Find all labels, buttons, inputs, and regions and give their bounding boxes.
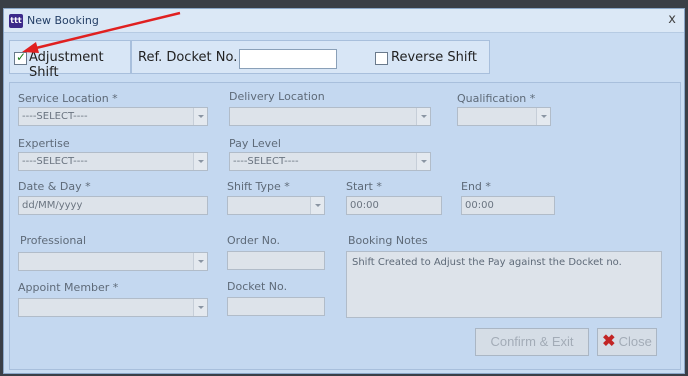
chevron-down-icon <box>193 299 207 316</box>
shift-type-select[interactable] <box>227 196 325 215</box>
booking-form-panel: Service Location * ----SELECT---- Delive… <box>9 82 681 370</box>
professional-label: Professional <box>20 234 87 247</box>
appoint-member-select[interactable] <box>18 298 208 317</box>
chevron-down-icon <box>536 108 550 125</box>
delivery-location-select[interactable] <box>229 107 431 126</box>
date-day-label: Date & Day * <box>18 180 91 193</box>
new-booking-dialog: ttt New Booking x Adjustment Shift Ref. … <box>3 8 685 374</box>
end-time-input[interactable]: 00:00 <box>461 196 555 215</box>
start-time-value: 00:00 <box>350 200 379 211</box>
pay-level-select[interactable]: ----SELECT---- <box>229 152 431 171</box>
professional-select[interactable] <box>18 252 208 271</box>
close-icon: ✖ <box>602 333 616 350</box>
order-no-input[interactable] <box>227 251 325 270</box>
date-day-value: dd/MM/yyyy <box>22 200 83 211</box>
confirm-exit-button[interactable]: Confirm & Exit <box>475 328 589 356</box>
adjustment-shift-label[interactable]: Adjustment Shift <box>29 50 130 80</box>
close-icon[interactable]: x <box>668 12 676 27</box>
chevron-down-icon <box>416 108 430 125</box>
pay-level-label: Pay Level <box>229 137 281 150</box>
pay-level-value: ----SELECT---- <box>233 156 299 167</box>
end-time-value: 00:00 <box>465 200 494 211</box>
dialog-body: Adjustment Shift Ref. Docket No. Reverse… <box>9 40 681 370</box>
chevron-down-icon <box>310 197 324 214</box>
adjustment-shift-group: Adjustment Shift <box>9 40 131 80</box>
chevron-down-icon <box>193 153 207 170</box>
start-label: Start * <box>346 180 382 193</box>
start-time-input[interactable]: 00:00 <box>346 196 442 215</box>
reverse-shift-checkbox[interactable] <box>375 52 388 65</box>
expertise-select[interactable]: ----SELECT---- <box>18 152 208 171</box>
service-location-label: Service Location * <box>18 92 118 105</box>
ref-docket-label: Ref. Docket No. <box>138 50 238 65</box>
end-label: End * <box>461 180 491 193</box>
service-location-value: ----SELECT---- <box>22 111 88 122</box>
window-title: New Booking <box>27 14 99 27</box>
date-day-input[interactable]: dd/MM/yyyy <box>18 196 208 215</box>
chevron-down-icon <box>416 153 430 170</box>
order-no-label: Order No. <box>227 234 281 247</box>
qualification-label: Qualification * <box>457 92 536 105</box>
chevron-down-icon <box>193 253 207 270</box>
close-button-label: Close <box>618 334 652 349</box>
expertise-value: ----SELECT---- <box>22 156 88 167</box>
ref-docket-input[interactable] <box>239 49 337 69</box>
shift-type-label: Shift Type * <box>227 180 290 193</box>
close-button[interactable]: ✖ Close <box>597 328 657 356</box>
qualification-select[interactable] <box>457 107 551 126</box>
delivery-location-label: Delivery Location <box>229 90 325 103</box>
title-bar: ttt New Booking x <box>4 9 684 33</box>
booking-notes-textarea[interactable]: Shift Created to Adjust the Pay against … <box>346 251 662 318</box>
app-icon: ttt <box>9 14 23 28</box>
ref-docket-group: Ref. Docket No. Reverse Shift <box>131 40 490 74</box>
booking-notes-label: Booking Notes <box>348 234 428 247</box>
adjustment-shift-checkbox[interactable] <box>14 50 27 65</box>
service-location-select[interactable]: ----SELECT---- <box>18 107 208 126</box>
appoint-member-label: Appoint Member * <box>18 281 119 294</box>
docket-no-label: Docket No. <box>227 280 288 293</box>
chevron-down-icon <box>193 108 207 125</box>
expertise-label: Expertise <box>18 137 70 150</box>
reverse-shift-label[interactable]: Reverse Shift <box>391 50 477 65</box>
docket-no-input[interactable] <box>227 297 325 316</box>
